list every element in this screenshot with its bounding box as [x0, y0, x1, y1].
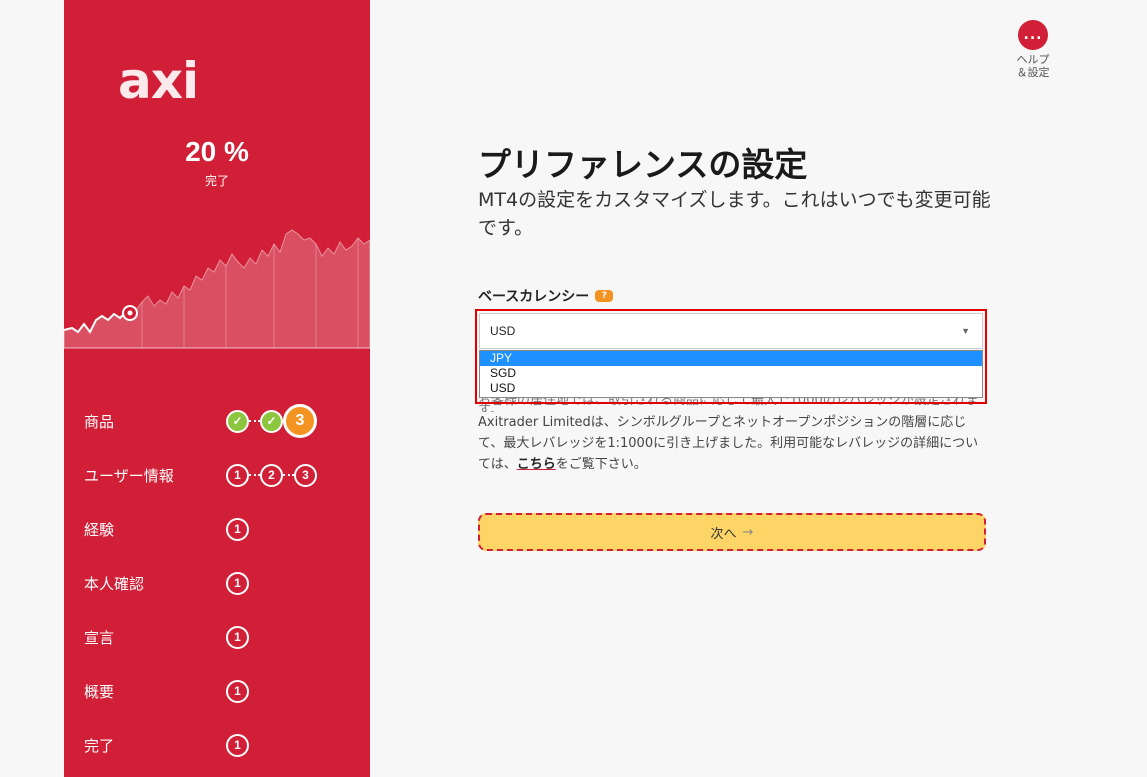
chevron-down-icon: ▼ — [961, 326, 970, 336]
step-label: 商品 — [84, 413, 115, 431]
step-dots: 1 — [226, 679, 249, 703]
currency-options-list: JPY SGD USD — [479, 350, 983, 398]
base-currency-select[interactable]: USD ▼ — [479, 313, 983, 349]
step-dots: ✓ ✓ 3 — [226, 404, 317, 438]
step-number: 1 — [226, 463, 249, 487]
help-label-line2: ＆設定 — [1016, 66, 1050, 79]
step-label: 完了 — [84, 737, 115, 755]
more-icon[interactable]: ... — [1018, 20, 1048, 50]
progress-chart — [64, 229, 370, 349]
leverage-info: お客様の居住地では、取引される商品に応じて最大1:1000のレバレッジが設定され… — [478, 396, 988, 475]
step-number: 3 — [294, 463, 317, 487]
step-summary[interactable]: 概要 1 — [64, 664, 370, 718]
step-dots: 1 — [226, 571, 249, 595]
step-label: 概要 — [84, 683, 115, 701]
step-current-number: 3 — [283, 404, 317, 438]
step-label: 本人確認 — [84, 575, 145, 593]
step-number: 1 — [226, 679, 249, 703]
chart-current-marker-dot — [127, 310, 133, 316]
step-experience[interactable]: 経験 1 — [64, 502, 370, 556]
selected-currency: USD — [490, 324, 516, 338]
step-identity[interactable]: 本人確認 1 — [64, 556, 370, 610]
check-icon: ✓ — [226, 409, 249, 433]
step-connector — [249, 420, 260, 422]
progress-percent: 20 % — [185, 136, 249, 167]
help-label-line1: ヘルプ — [1016, 53, 1050, 66]
info-text-2: をご覧下さい。 — [555, 457, 647, 472]
axi-logo: axi — [118, 52, 199, 110]
step-number: 1 — [226, 571, 249, 595]
step-dots: 1 — [226, 733, 249, 757]
next-button[interactable]: 次へ → — [478, 513, 986, 551]
step-label: 宣言 — [84, 629, 115, 647]
page-subtitle: MT4の設定をカスタマイズします。これはいつでも変更可能です。 — [478, 189, 991, 239]
step-products[interactable]: 商品 ✓ ✓ 3 — [64, 394, 370, 448]
step-declaration[interactable]: 宣言 1 — [64, 610, 370, 664]
step-number: 2 — [260, 463, 283, 487]
progress-label: 完了 — [204, 174, 229, 188]
help-label: ヘルプ ＆設定 — [1010, 53, 1056, 79]
help-settings[interactable]: ... ヘルプ ＆設定 — [1010, 20, 1056, 79]
step-label: 経験 — [84, 521, 115, 539]
step-dots: 1 — [226, 517, 249, 541]
currency-option[interactable]: USD — [480, 381, 982, 396]
step-complete[interactable]: 完了 1 — [64, 718, 370, 772]
step-number: 1 — [226, 625, 249, 649]
currency-option[interactable]: SGD — [480, 366, 982, 381]
help-question-icon[interactable]: ? — [595, 290, 614, 302]
currency-option[interactable]: JPY — [480, 351, 982, 366]
step-label: ユーザー情報 — [84, 467, 174, 485]
details-link[interactable]: こちら — [517, 457, 556, 472]
step-connector — [249, 474, 260, 476]
step-number: 1 — [226, 517, 249, 541]
next-button-label: 次へ — [710, 526, 737, 542]
sidebar: axi 20 % 完了 商品 ✓ ✓ 3 ユーザー情報 1 2 3 経験 1 本… — [64, 0, 370, 777]
step-dots: 1 — [226, 625, 249, 649]
chart-area — [64, 229, 370, 349]
base-currency-label-text: ベースカレンシー — [478, 289, 590, 305]
step-number: 1 — [226, 733, 249, 757]
arrow-right-icon: → — [742, 524, 754, 540]
check-icon: ✓ — [260, 409, 283, 433]
step-user-info[interactable]: ユーザー情報 1 2 3 — [64, 448, 370, 502]
info-paragraph: Axitrader Limitedは、シンボルグループとネットオープンポジション… — [478, 412, 988, 475]
step-connector — [283, 474, 294, 476]
base-currency-label: ベースカレンシー ? — [478, 286, 614, 306]
step-dots: 1 2 3 — [226, 463, 317, 487]
page-title: プリファレンスの設定 — [478, 145, 808, 184]
